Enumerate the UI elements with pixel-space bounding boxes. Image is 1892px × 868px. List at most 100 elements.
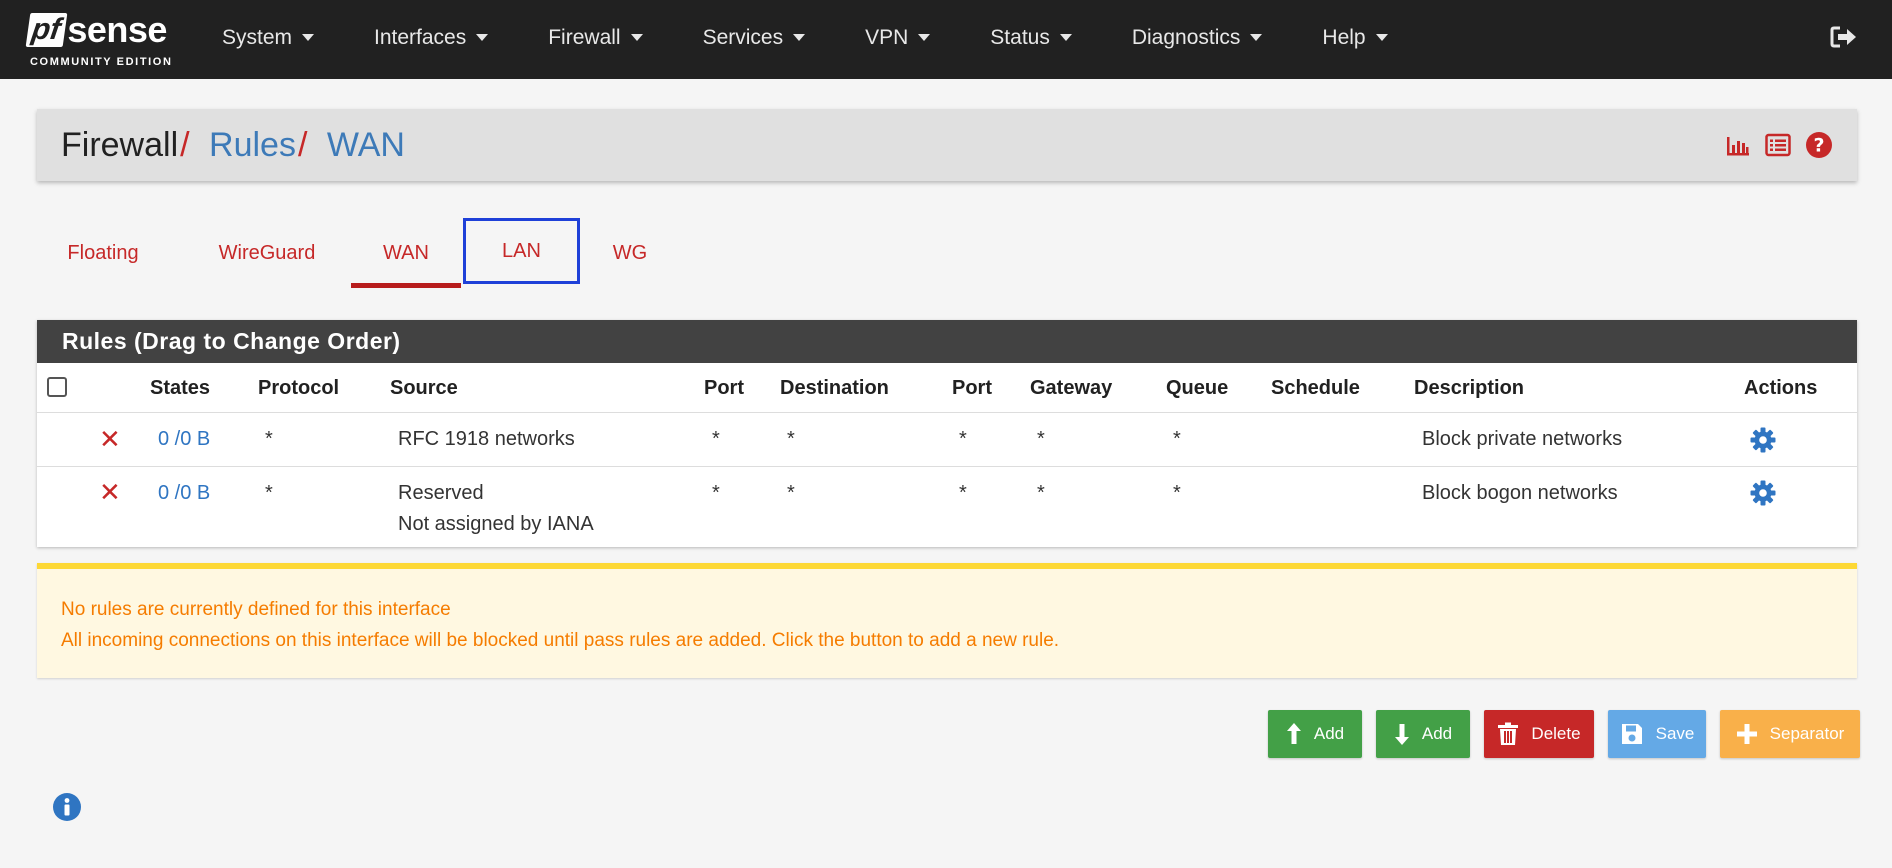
add-rule-bottom-button[interactable]: Add — [1376, 710, 1470, 758]
breadcrumb-panel: Firewall/ Rules/ WAN ? — [37, 109, 1857, 181]
alert-line-1: No rules are currently defined for this … — [61, 599, 451, 620]
alert-line-2: All incoming connections on this interfa… — [61, 630, 1060, 651]
nav-services-label: Services — [702, 25, 784, 49]
arrow-down-icon — [1394, 722, 1410, 746]
breadcrumb-firewall: Firewall — [61, 126, 179, 164]
tab-wan[interactable]: WAN — [351, 218, 461, 288]
rule-destination: * — [787, 428, 795, 450]
nav-system-label: System — [222, 25, 293, 49]
col-schedule[interactable]: Schedule — [1271, 377, 1360, 400]
table-row[interactable]: ✕ 0 /0 B * Reserved Not assigned by IANA… — [37, 467, 1857, 547]
tab-wg[interactable]: WG — [585, 218, 675, 288]
nav-system[interactable]: System — [222, 25, 315, 50]
rule-states[interactable]: 0 /0 B — [158, 428, 210, 451]
info-icon[interactable] — [52, 792, 82, 822]
breadcrumb-rules[interactable]: Rules — [209, 126, 296, 164]
tab-lan[interactable]: LAN — [463, 218, 580, 284]
rule-description: Block private networks — [1422, 428, 1623, 450]
pfsense-logo[interactable]: pf sense COMMUNITY EDITION — [25, 9, 203, 72]
delete-button[interactable]: Delete — [1484, 710, 1594, 758]
nav-firewall[interactable]: Firewall — [548, 25, 643, 50]
rule-description: Block bogon networks — [1422, 482, 1618, 504]
caret-down-icon — [630, 34, 643, 41]
rule-destination: * — [787, 482, 795, 504]
col-gateway[interactable]: Gateway — [1030, 377, 1112, 400]
trash-icon — [1497, 722, 1519, 746]
col-description[interactable]: Description — [1414, 377, 1524, 400]
caret-down-icon — [1375, 34, 1388, 41]
nav-firewall-label: Firewall — [548, 25, 621, 49]
block-icon: ✕ — [99, 424, 121, 454]
nav-interfaces-label: Interfaces — [374, 25, 467, 49]
bar-chart-icon[interactable] — [1725, 133, 1751, 157]
arrow-up-icon — [1286, 722, 1302, 746]
col-actions: Actions — [1744, 377, 1818, 399]
list-icon[interactable] — [1765, 133, 1791, 157]
caret-down-icon — [302, 34, 315, 41]
main-menu: System Interfaces Firewall Services VPN … — [222, 0, 1448, 75]
rule-protocol: * — [265, 482, 273, 504]
add-rule-top-button[interactable]: Add — [1268, 710, 1362, 758]
rules-heading: Rules (Drag to Change Order) — [37, 320, 1857, 363]
no-rules-alert: No rules are currently defined for this … — [37, 563, 1857, 678]
caret-down-icon — [918, 34, 931, 41]
nav-diagnostics[interactable]: Diagnostics — [1132, 26, 1263, 50]
top-navbar: pf sense COMMUNITY EDITION System Interf… — [0, 0, 1892, 79]
nav-help-label: Help — [1322, 25, 1366, 49]
breadcrumb-separator: / — [180, 126, 190, 164]
caret-down-icon — [476, 34, 489, 41]
nav-diagnostics-label: Diagnostics — [1131, 25, 1241, 49]
help-icon[interactable]: ? — [1805, 131, 1833, 159]
plus-icon — [1736, 723, 1758, 745]
rule-dest-port: * — [959, 482, 967, 504]
floppy-disk-icon — [1620, 722, 1644, 746]
breadcrumb-wan[interactable]: WAN — [327, 126, 405, 164]
gear-icon[interactable] — [1749, 479, 1777, 512]
panel-icons: ? — [1711, 131, 1833, 159]
nav-vpn[interactable]: VPN — [865, 25, 931, 50]
block-icon: ✕ — [99, 477, 121, 507]
gear-icon[interactable] — [1749, 426, 1777, 459]
nav-interfaces[interactable]: Interfaces — [374, 25, 489, 50]
tab-floating[interactable]: Floating — [37, 218, 169, 288]
rule-gateway: * — [1037, 428, 1045, 450]
breadcrumb-separator: / — [297, 126, 308, 164]
nav-help[interactable]: Help — [1322, 25, 1388, 50]
nav-status[interactable]: Status — [990, 26, 1072, 50]
col-states[interactable]: States — [150, 377, 210, 400]
col-source[interactable]: Source — [390, 377, 458, 400]
logo-wordmark: pf sense — [25, 9, 167, 50]
tab-wireguard[interactable]: WireGuard — [187, 218, 347, 288]
logo-subtitle: COMMUNITY EDITION — [30, 56, 173, 68]
table-header-row: States Protocol Source Port Destination … — [37, 363, 1857, 413]
nav-services[interactable]: Services — [703, 26, 806, 50]
logo-pf: pf — [25, 13, 68, 47]
rule-queue: * — [1173, 482, 1181, 504]
save-button[interactable]: Save — [1608, 710, 1706, 758]
rules-panel: Rules (Drag to Change Order) States Prot… — [37, 320, 1857, 547]
rule-source-detail: Not assigned by IANA — [398, 513, 594, 535]
rule-states[interactable]: 0 /0 B — [158, 482, 210, 505]
save-label: Save — [1655, 724, 1695, 743]
nav-vpn-label: VPN — [865, 25, 909, 49]
add-top-label: Add — [1313, 724, 1345, 743]
col-dest-port[interactable]: Port — [952, 377, 992, 400]
sign-out-icon[interactable] — [1830, 25, 1858, 49]
table-row[interactable]: ✕ 0 /0 B * RFC 1918 networks * * * * * B… — [37, 413, 1857, 467]
caret-down-icon — [793, 34, 806, 41]
select-all-checkbox[interactable] — [47, 377, 67, 397]
nav-status-label: Status — [990, 25, 1050, 49]
rule-queue: * — [1173, 428, 1181, 450]
add-bottom-label: Add — [1421, 724, 1453, 743]
caret-down-icon — [1250, 34, 1263, 41]
logo-sense: sense — [67, 9, 167, 50]
col-queue[interactable]: Queue — [1166, 377, 1228, 400]
caret-down-icon — [1059, 34, 1072, 41]
delete-label: Delete — [1531, 724, 1581, 743]
col-port[interactable]: Port — [704, 377, 744, 400]
add-separator-button[interactable]: Separator — [1720, 710, 1860, 758]
col-destination[interactable]: Destination — [780, 377, 889, 400]
rule-protocol: * — [265, 428, 273, 450]
col-protocol[interactable]: Protocol — [258, 377, 339, 400]
rule-port: * — [712, 428, 720, 450]
